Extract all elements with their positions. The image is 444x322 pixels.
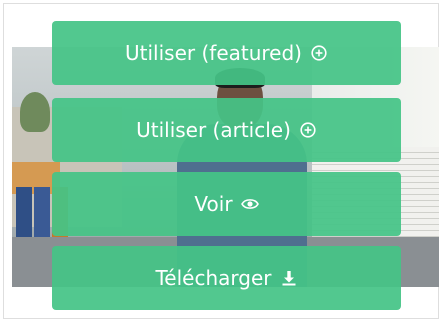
view-button[interactable]: Voir bbox=[52, 172, 401, 236]
use-article-label: Utiliser (article) bbox=[136, 118, 291, 142]
use-article-button[interactable]: Utiliser (article) bbox=[52, 98, 401, 162]
plus-circle-icon bbox=[299, 121, 317, 139]
plus-circle-icon bbox=[310, 44, 328, 62]
use-featured-label: Utiliser (featured) bbox=[125, 41, 302, 65]
download-icon bbox=[280, 269, 298, 287]
download-button[interactable]: Télécharger bbox=[52, 246, 401, 310]
eye-icon bbox=[240, 195, 259, 213]
photo-plant bbox=[20, 92, 50, 132]
view-label: Voir bbox=[194, 192, 233, 216]
download-label: Télécharger bbox=[155, 266, 272, 290]
use-featured-button[interactable]: Utiliser (featured) bbox=[52, 21, 401, 85]
